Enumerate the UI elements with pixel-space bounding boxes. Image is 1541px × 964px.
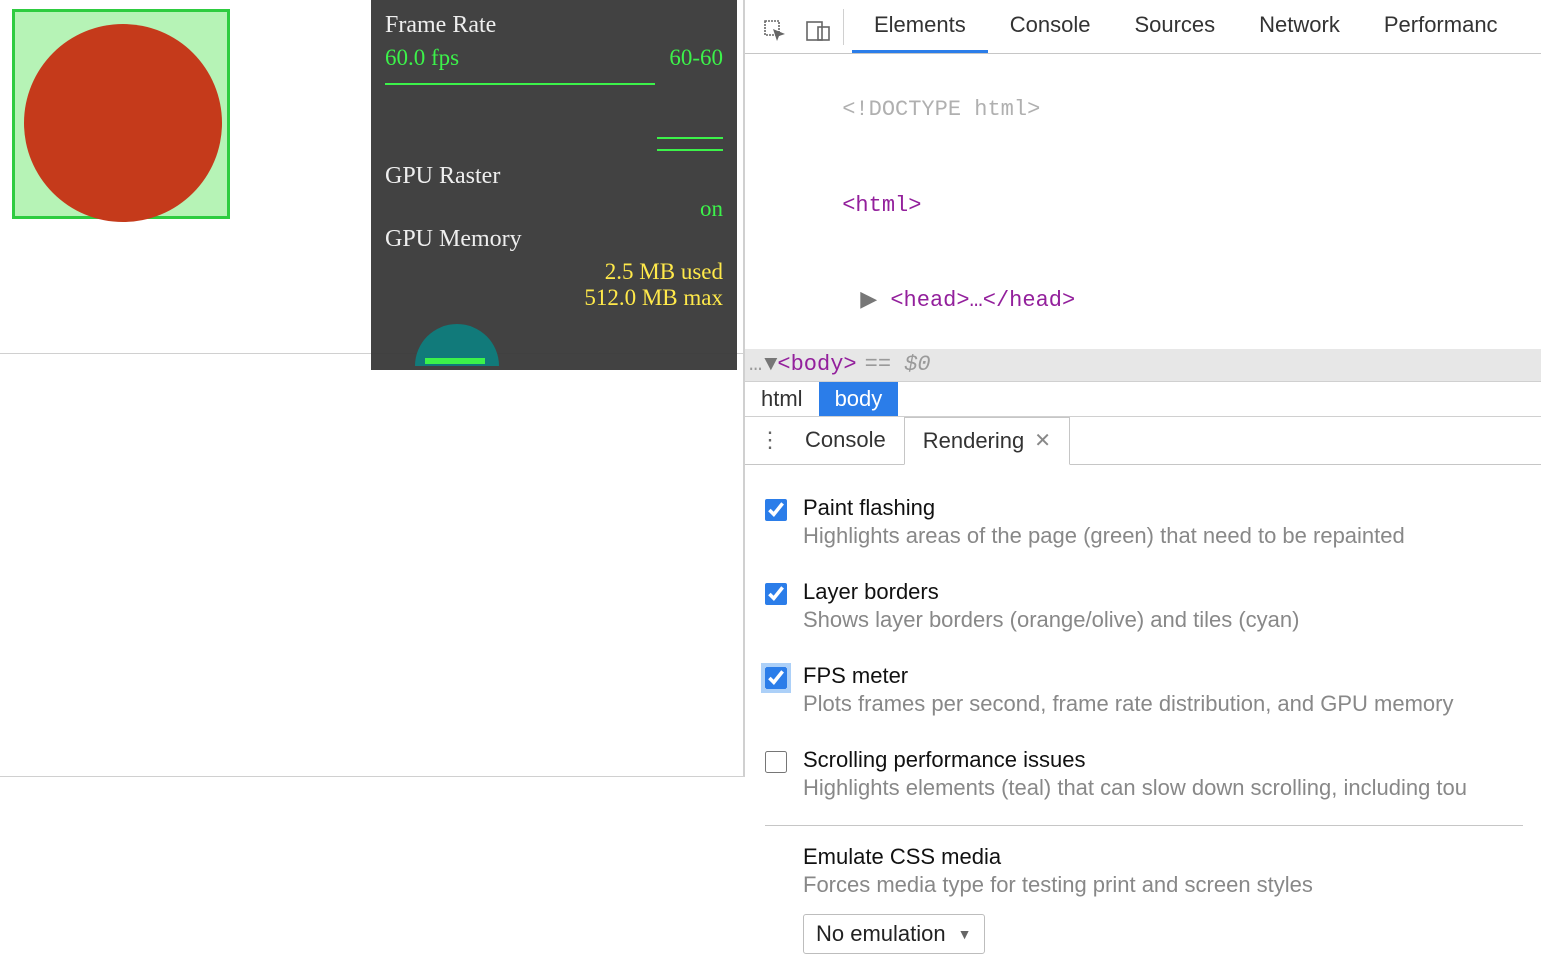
tab-separator — [843, 9, 844, 45]
tab-sources[interactable]: Sources — [1112, 0, 1237, 53]
dom-head-tag[interactable]: head — [904, 288, 957, 313]
option-paint-flashing: Paint flashing Highlights areas of the p… — [765, 483, 1523, 567]
tab-performance[interactable]: Performanc — [1362, 0, 1520, 53]
gpu-memory-gauge — [415, 324, 499, 366]
dom-tree[interactable]: <!DOCTYPE html> <html> ▶ <head>…</head> … — [745, 54, 1541, 381]
drawer-tab-rendering-label: Rendering — [923, 428, 1025, 454]
close-icon[interactable]: ✕ — [1034, 428, 1051, 453]
fps-meter-desc: Plots frames per second, frame rate dist… — [803, 691, 1453, 717]
tab-network[interactable]: Network — [1237, 0, 1362, 53]
scrolling-perf-title: Scrolling performance issues — [803, 747, 1467, 773]
drawer-tabstrip: ⋮ Console Rendering ✕ — [745, 417, 1541, 465]
gpu-raster-heading: GPU Raster — [385, 163, 723, 190]
fps-meter-checkbox[interactable] — [765, 667, 787, 689]
rendering-options: Paint flashing Highlights areas of the p… — [745, 465, 1541, 964]
framerate-heading: Frame Rate — [385, 12, 723, 39]
divider — [765, 825, 1523, 826]
dom-selected-row[interactable]: … ▼ <body> == $0 — [745, 349, 1541, 381]
layer-borders-desc: Shows layer borders (orange/olive) and t… — [803, 607, 1299, 633]
paint-flashing-desc: Highlights areas of the page (green) tha… — [803, 523, 1405, 549]
paint-flashing-title: Paint flashing — [803, 495, 1405, 521]
inspect-icon[interactable] — [761, 17, 789, 45]
chevron-down-icon: ▼ — [958, 926, 972, 942]
fps-graph — [385, 77, 723, 153]
devtools-panel: Elements Console Sources Network Perform… — [744, 0, 1541, 777]
dom-selected-suffix: == $0 — [865, 349, 931, 381]
dom-ellipsis: … — [749, 349, 762, 381]
page-viewport: Frame Rate 60.0 fps 60-60 GPU Raster on … — [0, 0, 744, 777]
fps-meter-title: FPS meter — [803, 663, 1453, 689]
tab-elements[interactable]: Elements — [852, 0, 988, 53]
layer-borders-title: Layer borders — [803, 579, 1299, 605]
paint-flash-highlight — [12, 9, 230, 219]
gpu-mem-used: 2.5 MB used — [605, 259, 723, 285]
drawer-tab-console[interactable]: Console — [787, 417, 904, 463]
emulate-css-desc: Forces media type for testing print and … — [803, 872, 1523, 898]
breadcrumb: html body — [745, 381, 1541, 417]
drawer-menu-icon[interactable]: ⋮ — [753, 427, 787, 453]
collapse-caret-icon[interactable]: ▼ — [764, 349, 777, 381]
fps-meter-overlay: Frame Rate 60.0 fps 60-60 GPU Raster on … — [371, 0, 737, 370]
gpu-memory-heading: GPU Memory — [385, 226, 723, 253]
fps-range: 60-60 — [669, 45, 723, 71]
drawer-tab-rendering[interactable]: Rendering ✕ — [904, 417, 1070, 465]
gpu-mem-max: 512.0 MB max — [584, 285, 723, 311]
layer-borders-checkbox[interactable] — [765, 583, 787, 605]
tab-console[interactable]: Console — [988, 0, 1113, 53]
devtools-tabstrip: Elements Console Sources Network Perform… — [745, 0, 1541, 54]
scrolling-perf-desc: Highlights elements (teal) that can slow… — [803, 775, 1467, 801]
animated-ball — [24, 24, 222, 222]
device-toggle-icon[interactable] — [805, 17, 833, 45]
option-layer-borders: Layer borders Shows layer borders (orang… — [765, 567, 1523, 651]
breadcrumb-body[interactable]: body — [819, 382, 899, 416]
paint-flashing-checkbox[interactable] — [765, 499, 787, 521]
dom-body-tag[interactable]: body — [791, 349, 844, 381]
emulate-css-title: Emulate CSS media — [803, 844, 1523, 870]
doctype: <!DOCTYPE html> — [842, 97, 1040, 122]
scrolling-perf-checkbox[interactable] — [765, 751, 787, 773]
fps-value: 60.0 fps — [385, 45, 459, 71]
emulate-css-select[interactable]: No emulation ▼ — [803, 914, 985, 954]
emulate-css-value: No emulation — [816, 921, 946, 947]
option-fps-meter: FPS meter Plots frames per second, frame… — [765, 651, 1523, 735]
gpu-raster-status: on — [700, 196, 723, 222]
breadcrumb-html[interactable]: html — [745, 382, 819, 416]
expand-caret-icon[interactable]: ▶ — [860, 288, 890, 313]
dom-html-tag[interactable]: html — [855, 193, 908, 218]
